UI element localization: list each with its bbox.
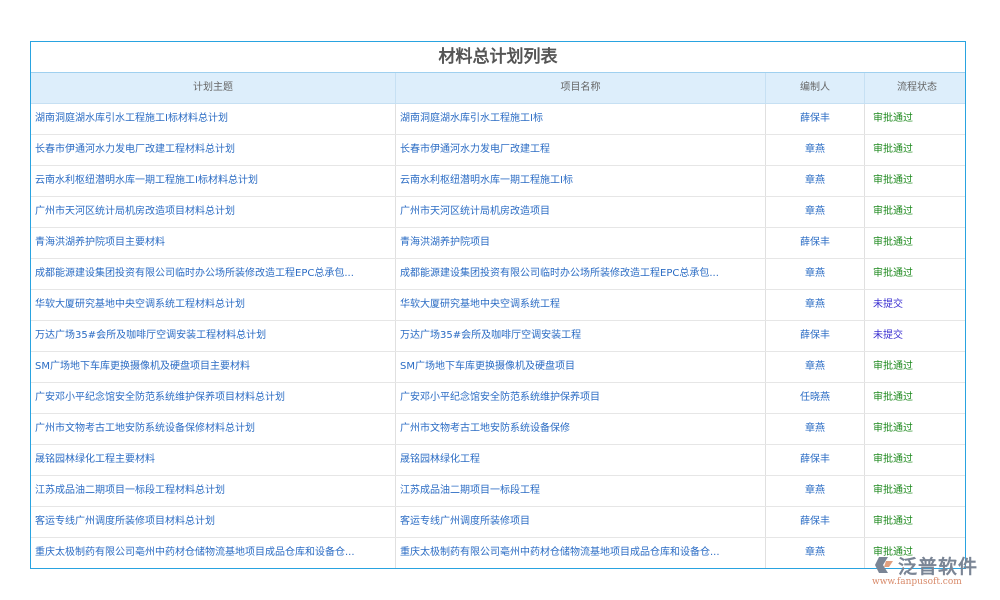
project-link[interactable]: 广州市文物考古工地安防系统设备保修 bbox=[396, 414, 766, 444]
project-link[interactable]: 青海洪湖养护院项目 bbox=[396, 228, 766, 258]
table-row[interactable]: 云南水利枢纽潜明水库一期工程施工I标材料总计划云南水利枢纽潜明水库一期工程施工I… bbox=[31, 166, 965, 197]
table-row[interactable]: 湖南洞庭湖水库引水工程施工I标材料总计划湖南洞庭湖水库引水工程施工I标薛保丰审批… bbox=[31, 104, 965, 135]
author-cell: 章燕 bbox=[766, 538, 865, 568]
author-cell: 章燕 bbox=[766, 352, 865, 382]
author-cell: 任晓燕 bbox=[766, 383, 865, 413]
plan-link[interactable]: 长春市伊通河水力发电厂改建工程材料总计划 bbox=[31, 135, 396, 165]
status-cell: 审批通过 bbox=[865, 352, 965, 382]
table-row[interactable]: 江苏成品油二期项目一标段工程材料总计划江苏成品油二期项目一标段工程章燕审批通过 bbox=[31, 476, 965, 507]
table-row[interactable]: 广安邓小平纪念馆安全防范系统维护保养项目材料总计划广安邓小平纪念馆安全防范系统维… bbox=[31, 383, 965, 414]
author-cell: 章燕 bbox=[766, 414, 865, 444]
status-cell: 审批通过 bbox=[865, 104, 965, 134]
plan-link[interactable]: 青海洪湖养护院项目主要材料 bbox=[31, 228, 396, 258]
status-cell: 审批通过 bbox=[865, 507, 965, 537]
table-row[interactable]: 长春市伊通河水力发电厂改建工程材料总计划长春市伊通河水力发电厂改建工程章燕审批通… bbox=[31, 135, 965, 166]
author-cell: 章燕 bbox=[766, 290, 865, 320]
table-row[interactable]: 华软大厦研究基地中央空调系统工程材料总计划华软大厦研究基地中央空调系统工程章燕未… bbox=[31, 290, 965, 321]
author-cell: 薛保丰 bbox=[766, 228, 865, 258]
material-plan-table: 材料总计划列表 计划主题 项目名称 编制人 流程状态 湖南洞庭湖水库引水工程施工… bbox=[30, 41, 966, 569]
project-link[interactable]: 长春市伊通河水力发电厂改建工程 bbox=[396, 135, 766, 165]
plan-link[interactable]: 万达广场35#会所及咖啡厅空调安装工程材料总计划 bbox=[31, 321, 396, 351]
status-cell: 审批通过 bbox=[865, 476, 965, 506]
status-cell: 未提交 bbox=[865, 321, 965, 351]
plan-link[interactable]: SM广场地下车库更换摄像机及硬盘项目主要材料 bbox=[31, 352, 396, 382]
status-cell: 审批通过 bbox=[865, 414, 965, 444]
author-cell: 章燕 bbox=[766, 197, 865, 227]
table-row[interactable]: 重庆太极制药有限公司亳州中药材仓储物流基地项目成品仓库和设备仓...重庆太极制药… bbox=[31, 538, 965, 568]
author-cell: 章燕 bbox=[766, 135, 865, 165]
logo-name: 泛普软件 bbox=[898, 552, 978, 579]
table-row[interactable]: 广州市文物考古工地安防系统设备保修材料总计划广州市文物考古工地安防系统设备保修章… bbox=[31, 414, 965, 445]
table-row[interactable]: 万达广场35#会所及咖啡厅空调安装工程材料总计划万达广场35#会所及咖啡厅空调安… bbox=[31, 321, 965, 352]
table-row[interactable]: 青海洪湖养护院项目主要材料青海洪湖养护院项目薛保丰审批通过 bbox=[31, 228, 965, 259]
header-plan[interactable]: 计划主题 bbox=[31, 73, 396, 103]
plan-link[interactable]: 云南水利枢纽潜明水库一期工程施工I标材料总计划 bbox=[31, 166, 396, 196]
plan-link[interactable]: 客运专线广州调度所装修项目材料总计划 bbox=[31, 507, 396, 537]
status-cell: 审批通过 bbox=[865, 259, 965, 289]
plan-link[interactable]: 重庆太极制药有限公司亳州中药材仓储物流基地项目成品仓库和设备仓... bbox=[31, 538, 396, 568]
fanpu-logo: 泛普软件 www.fanpusoft.com bbox=[872, 552, 992, 592]
project-link[interactable]: SM广场地下车库更换摄像机及硬盘项目 bbox=[396, 352, 766, 382]
table-row[interactable]: 晟铭园林绿化工程主要材料晟铭园林绿化工程薛保丰审批通过 bbox=[31, 445, 965, 476]
logo-mark-icon bbox=[875, 555, 895, 575]
project-link[interactable]: 云南水利枢纽潜明水库一期工程施工I标 bbox=[396, 166, 766, 196]
author-cell: 章燕 bbox=[766, 476, 865, 506]
project-link[interactable]: 广安邓小平纪念馆安全防范系统维护保养项目 bbox=[396, 383, 766, 413]
header-status[interactable]: 流程状态 bbox=[865, 73, 965, 103]
header-project[interactable]: 项目名称 bbox=[396, 73, 766, 103]
project-link[interactable]: 华软大厦研究基地中央空调系统工程 bbox=[396, 290, 766, 320]
plan-link[interactable]: 成都能源建设集团投资有限公司临时办公场所装修改造工程EPC总承包... bbox=[31, 259, 396, 289]
status-cell: 审批通过 bbox=[865, 135, 965, 165]
plan-link[interactable]: 江苏成品油二期项目一标段工程材料总计划 bbox=[31, 476, 396, 506]
logo-url: www.fanpusoft.com bbox=[872, 577, 962, 587]
project-link[interactable]: 客运专线广州调度所装修项目 bbox=[396, 507, 766, 537]
project-link[interactable]: 重庆太极制药有限公司亳州中药材仓储物流基地项目成品仓库和设备仓... bbox=[396, 538, 766, 568]
status-cell: 审批通过 bbox=[865, 166, 965, 196]
status-cell: 审批通过 bbox=[865, 445, 965, 475]
author-cell: 薛保丰 bbox=[766, 104, 865, 134]
project-link[interactable]: 湖南洞庭湖水库引水工程施工I标 bbox=[396, 104, 766, 134]
project-link[interactable]: 晟铭园林绿化工程 bbox=[396, 445, 766, 475]
status-cell: 审批通过 bbox=[865, 383, 965, 413]
table-row[interactable]: 成都能源建设集团投资有限公司临时办公场所装修改造工程EPC总承包...成都能源建… bbox=[31, 259, 965, 290]
table-row[interactable]: 客运专线广州调度所装修项目材料总计划客运专线广州调度所装修项目薛保丰审批通过 bbox=[31, 507, 965, 538]
project-link[interactable]: 万达广场35#会所及咖啡厅空调安装工程 bbox=[396, 321, 766, 351]
plan-link[interactable]: 广州市天河区统计局机房改造项目材料总计划 bbox=[31, 197, 396, 227]
table-row[interactable]: 广州市天河区统计局机房改造项目材料总计划广州市天河区统计局机房改造项目章燕审批通… bbox=[31, 197, 965, 228]
plan-link[interactable]: 华软大厦研究基地中央空调系统工程材料总计划 bbox=[31, 290, 396, 320]
plan-link[interactable]: 晟铭园林绿化工程主要材料 bbox=[31, 445, 396, 475]
author-cell: 薛保丰 bbox=[766, 321, 865, 351]
project-link[interactable]: 广州市天河区统计局机房改造项目 bbox=[396, 197, 766, 227]
author-cell: 薛保丰 bbox=[766, 445, 865, 475]
table-title: 材料总计划列表 bbox=[31, 42, 965, 73]
status-cell: 审批通过 bbox=[865, 228, 965, 258]
plan-link[interactable]: 广安邓小平纪念馆安全防范系统维护保养项目材料总计划 bbox=[31, 383, 396, 413]
plan-link[interactable]: 湖南洞庭湖水库引水工程施工I标材料总计划 bbox=[31, 104, 396, 134]
plan-link[interactable]: 广州市文物考古工地安防系统设备保修材料总计划 bbox=[31, 414, 396, 444]
project-link[interactable]: 江苏成品油二期项目一标段工程 bbox=[396, 476, 766, 506]
status-cell: 审批通过 bbox=[865, 197, 965, 227]
table-row[interactable]: SM广场地下车库更换摄像机及硬盘项目主要材料SM广场地下车库更换摄像机及硬盘项目… bbox=[31, 352, 965, 383]
status-cell: 未提交 bbox=[865, 290, 965, 320]
project-link[interactable]: 成都能源建设集团投资有限公司临时办公场所装修改造工程EPC总承包... bbox=[396, 259, 766, 289]
table-header: 计划主题 项目名称 编制人 流程状态 bbox=[31, 73, 965, 104]
author-cell: 薛保丰 bbox=[766, 507, 865, 537]
header-author[interactable]: 编制人 bbox=[766, 73, 865, 103]
author-cell: 章燕 bbox=[766, 259, 865, 289]
author-cell: 章燕 bbox=[766, 166, 865, 196]
